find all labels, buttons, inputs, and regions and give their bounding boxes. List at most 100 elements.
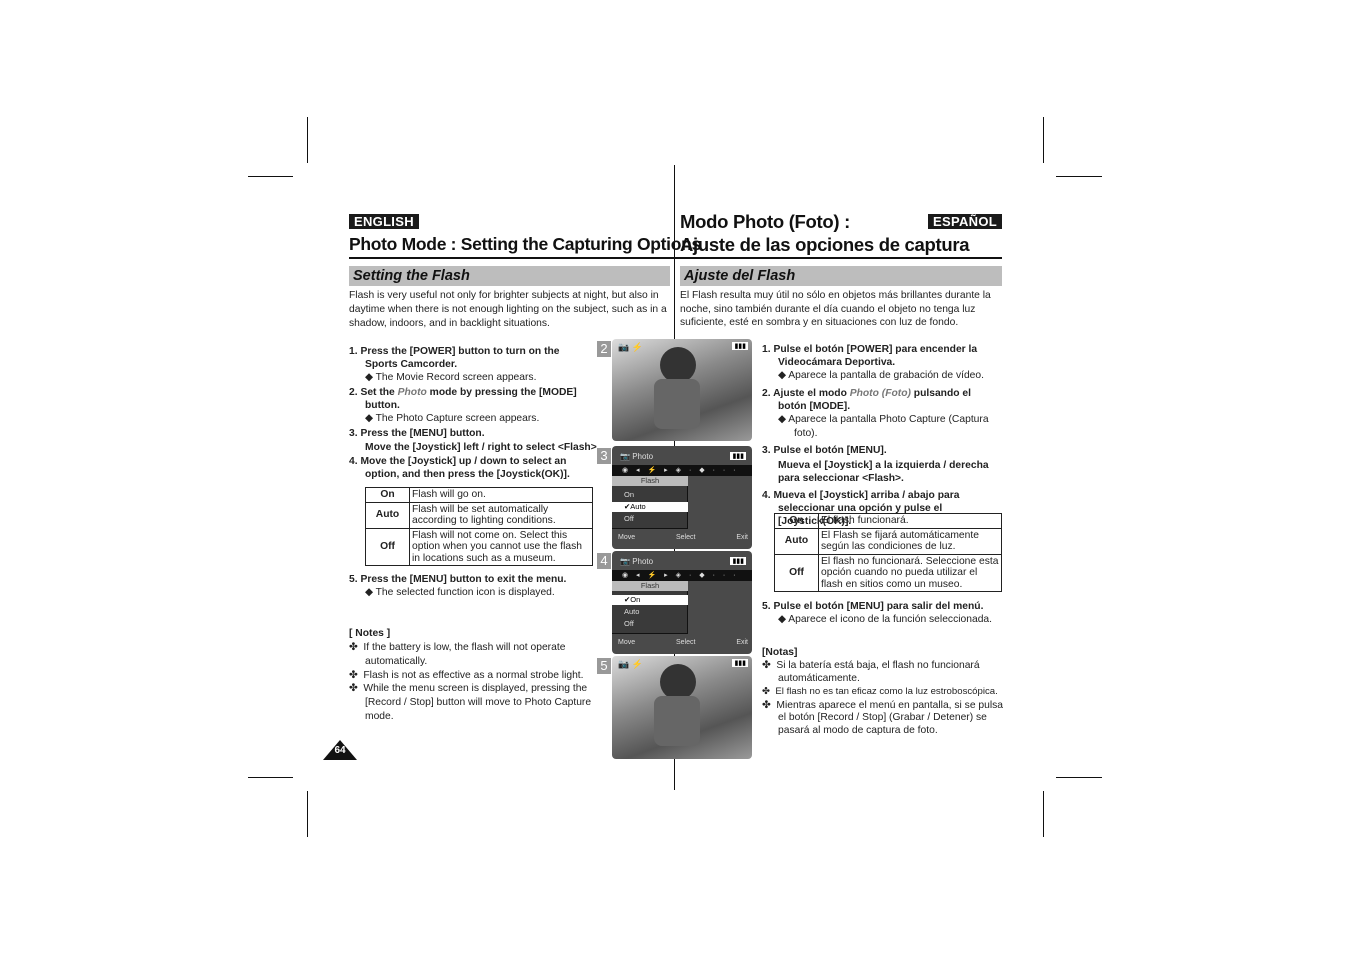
step-5-result: ◆ The selected function icon is displaye… [349, 586, 599, 600]
note-bullet-icon: ✤ [762, 686, 771, 697]
crop-mark [1043, 117, 1044, 163]
footer-move: Move [618, 534, 636, 541]
step-2: 2. Set the Photo mode by pressing the [M… [349, 386, 594, 412]
step-3: 3. Pulse el botón [MENU]. [762, 445, 887, 457]
step-3: 3. Press the [MENU] button. [349, 427, 485, 439]
menu-option-off[interactable]: Off [612, 514, 688, 524]
camera-preview-photo-flash: 📷 ⚡ ▮▮▮ [612, 656, 752, 759]
menu-option-auto[interactable]: ✔Auto [612, 502, 688, 512]
option-desc: Flash will go on. [409, 487, 593, 503]
subject-body [654, 696, 700, 746]
note-text: If the battery is low, the flash will no… [363, 642, 566, 667]
battery-icon: ▮▮▮ [730, 452, 746, 460]
option-desc: El flash no funcionará. Seleccione esta … [818, 553, 1002, 592]
option-name: On [365, 487, 410, 503]
step-5-spanish: 5. Pulse el botón [MENU] para salir del … [762, 599, 1007, 627]
note: ✤ Si la batería está baja, el flash no f… [762, 660, 1004, 685]
option-desc: Flash will be set automatically accordin… [409, 501, 593, 529]
footer-select: Select [675, 639, 696, 646]
bullet-icon: ◆ [365, 372, 373, 384]
camera-icon: 📷 ⚡ [618, 659, 643, 669]
crop-mark [248, 777, 293, 778]
note-text: While the menu screen is displayed, pres… [363, 683, 592, 722]
table-row: Off El flash no funcionará. Seleccione es… [774, 553, 1002, 592]
note: ✤ Flash is not as effective as a normal … [349, 669, 594, 683]
option-label: On [624, 490, 635, 499]
page-number: 64 [334, 745, 346, 756]
subject [660, 347, 696, 383]
battery-icon: ▮▮▮ [732, 659, 748, 667]
figure-number: 3 [597, 448, 611, 464]
note-bullet-icon: ✤ [349, 669, 358, 681]
menu-header: 📷 Photo [620, 452, 654, 461]
menu-footer: Move Select Exit [618, 639, 748, 646]
step-3-cont: Mueva el [Joystick] a la izquierda / der… [778, 459, 989, 484]
mode-name: Photo (Foto) [849, 387, 911, 399]
option-label: Auto [630, 502, 646, 511]
steps-english: 1. Press the [POWER] button to turn on t… [349, 344, 600, 482]
flash-options-table-english: On Flash will go on. Auto Flash will be se… [365, 487, 593, 566]
menu-label: Flash [612, 476, 688, 486]
option-label: Off [624, 514, 634, 523]
menu-option-on[interactable]: On [612, 490, 688, 500]
result-text: Aparece el icono de la función seleccion… [788, 614, 993, 626]
section-heading-english: Setting the Flash [349, 266, 670, 286]
option-name: Off [774, 553, 819, 592]
note-bullet-icon: ✤ [349, 683, 358, 695]
bullet-icon: ◆ [778, 614, 786, 626]
bullet-icon: ◆ [365, 587, 373, 599]
step-3-cont: Move the [Joystick] left / right to sele… [365, 442, 600, 454]
table-row: On El flash funcionará. [774, 513, 1002, 529]
step-4: 4. Move the [Joystick] up / down to sele… [349, 456, 570, 481]
menu-option-auto[interactable]: Auto [612, 607, 688, 617]
option-name: Auto [365, 501, 410, 529]
footer-move: Move [618, 639, 636, 646]
notes-title: [ Notes ] [349, 628, 391, 639]
option-desc: El flash funcionará. [818, 513, 1002, 529]
menu-option-off[interactable]: Off [612, 619, 688, 629]
crop-mark [248, 176, 293, 177]
crop-mark [1056, 176, 1102, 177]
result-text: The Movie Record screen appears. [375, 372, 537, 384]
menu-title: Photo [632, 557, 654, 566]
step-1: 1. Press the [POWER] button to turn on t… [349, 346, 560, 371]
note-bullet-icon: ✤ [349, 642, 358, 653]
note-text: Flash is not as effective as a normal st… [363, 669, 584, 681]
title-rule [675, 257, 1002, 259]
t: 2. Ajuste el modo [762, 387, 850, 399]
flash-options-table-spanish: On El flash funcionará. Auto El Flash se f… [774, 513, 1002, 592]
mode-name: Photo [397, 386, 427, 398]
step-2-result: ◆ The Photo Capture screen appears. [349, 412, 594, 426]
result-text: The selected function icon is displayed. [375, 587, 555, 599]
crop-mark [1056, 777, 1102, 778]
result-text: Aparece la pantalla de grabación de víde… [788, 370, 985, 382]
steps-spanish: 1. Pulse el botón [POWER] para encender … [762, 342, 1002, 529]
note: ✤ Mientras aparece el menú en pantalla, … [762, 700, 1004, 738]
subject [660, 664, 696, 700]
step-1: 1. Pulse el botón [POWER] para encender … [762, 344, 978, 369]
menu-header: 📷 Photo [620, 557, 654, 566]
note: ✤ If the battery is low, the flash will … [349, 641, 594, 669]
intro-spanish: El Flash resulta muy útil no sólo en obj… [680, 290, 991, 328]
step-5-english: 5. Press the [MENU] button to exit the m… [349, 572, 599, 600]
page-title-english: Photo Mode : Setting the Capturing Optio… [349, 234, 701, 254]
notes-title: [Notas] [762, 647, 798, 658]
footer-select: Select [675, 534, 696, 541]
page-title-spanish-line1: Modo Photo (Foto) : [680, 211, 850, 232]
step-5: 5. Press the [MENU] button to exit the m… [349, 574, 567, 585]
battery-icon: ▮▮▮ [732, 342, 748, 350]
camera-icon: 📷 ⚡ [618, 342, 643, 352]
footer-exit: Exit [736, 639, 748, 646]
note-text: Si la batería está baja, el flash no fun… [776, 660, 980, 684]
step-2: 2. Ajuste el modo Photo (Foto) pulsando … [762, 387, 1002, 413]
menu-option-on[interactable]: ✔On [612, 595, 688, 605]
option-label: Auto [624, 607, 640, 616]
note-text: Mientras aparece el menú en pantalla, si… [776, 699, 1004, 736]
menu-label: Flash [612, 581, 688, 591]
table-row: Auto Flash will be set automatically acco… [365, 501, 593, 529]
note-bullet-icon: ✤ [762, 699, 771, 711]
figure-number: 5 [597, 658, 611, 674]
camera-preview-photo: 📷 ⚡ ▮▮▮ [612, 339, 752, 441]
note-text: El flash no es tan eficaz como la luz es… [775, 686, 998, 697]
option-desc: El Flash se fijará automáticamente según… [818, 527, 1002, 555]
